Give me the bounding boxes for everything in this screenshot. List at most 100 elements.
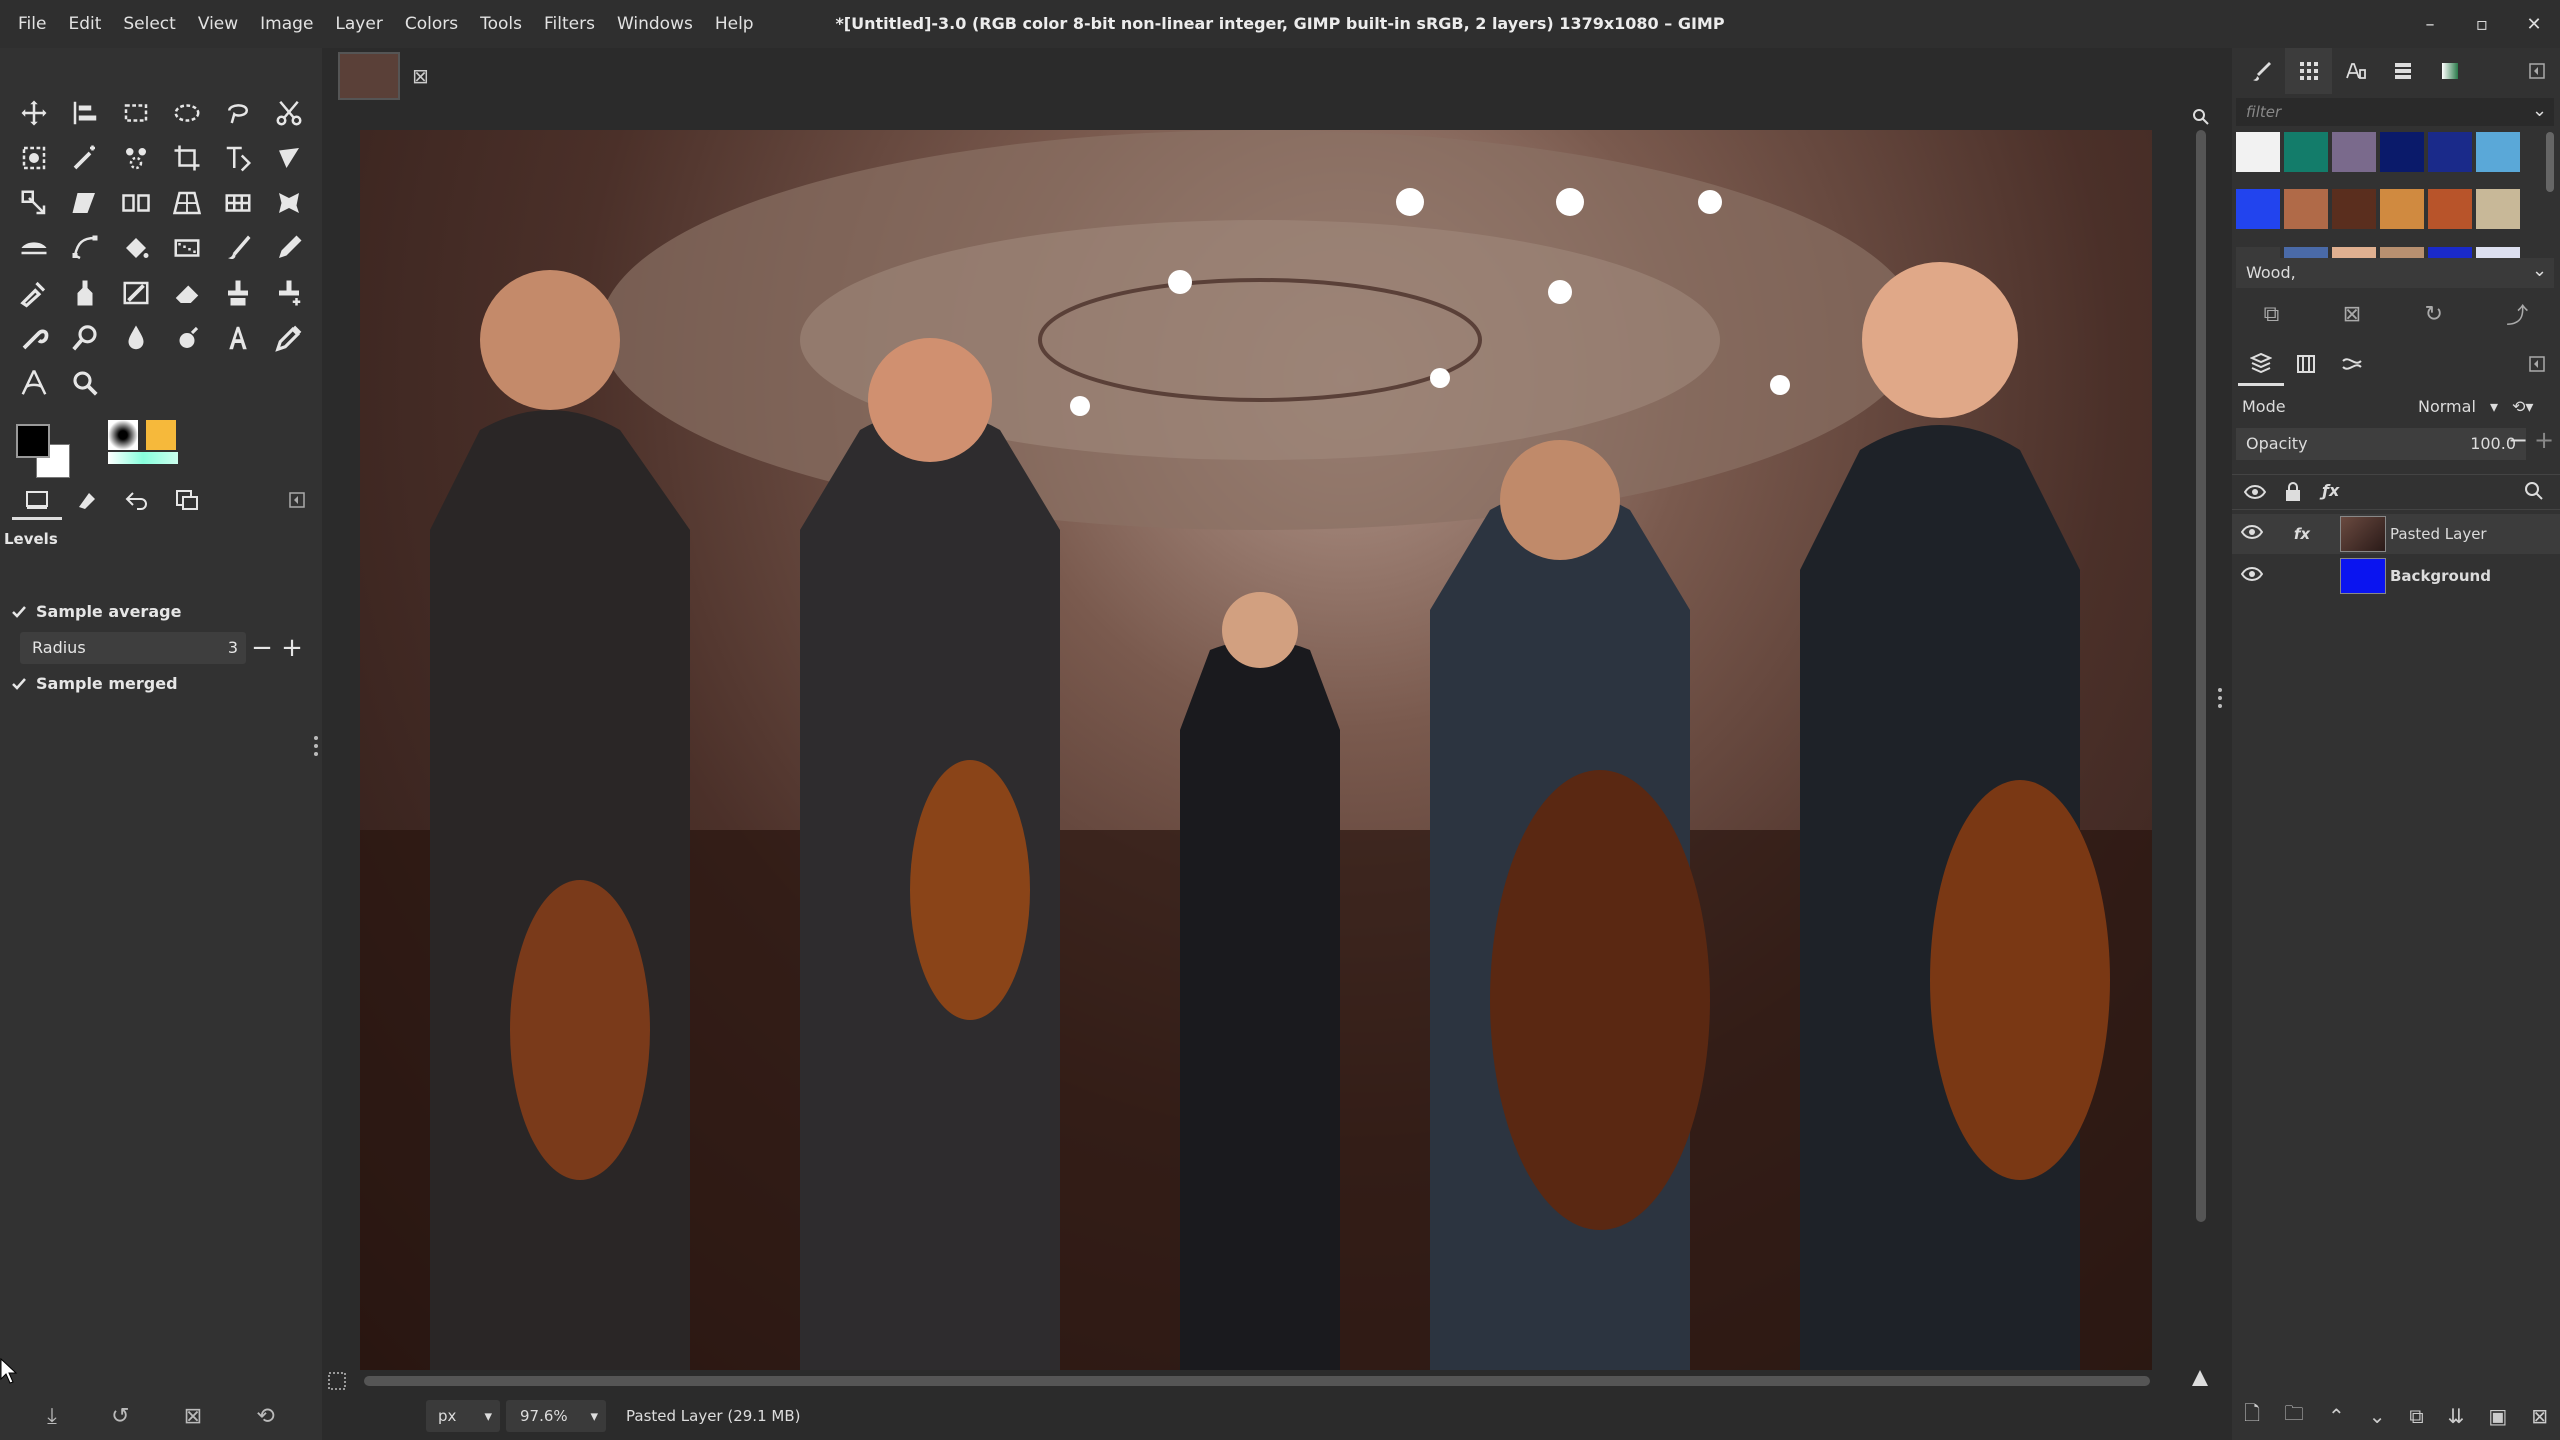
- close-window-button[interactable]: ✕: [2508, 0, 2560, 48]
- zoom-icon[interactable]: [59, 360, 110, 405]
- airbrush-icon[interactable]: [8, 270, 59, 315]
- pattern-swatch[interactable]: [2428, 189, 2472, 230]
- foreground-select-icon[interactable]: [8, 135, 59, 180]
- scale-icon[interactable]: [8, 180, 59, 225]
- eye-icon[interactable]: [2232, 566, 2272, 586]
- lock-header-icon[interactable]: [2284, 481, 2302, 507]
- fuzzy-select-icon[interactable]: [59, 135, 110, 180]
- scissors-icon[interactable]: [263, 90, 314, 135]
- tool-presets-tab-icon[interactable]: [2379, 48, 2426, 94]
- gradient-preview[interactable]: [108, 452, 178, 464]
- 3d-transform-icon[interactable]: [212, 180, 263, 225]
- blur-icon[interactable]: [110, 315, 161, 360]
- toggle-quick-mask-icon[interactable]: [2190, 1368, 2210, 1392]
- pattern-swatch[interactable]: [2284, 189, 2328, 230]
- dock-resize-handle[interactable]: [314, 734, 318, 758]
- crop-icon[interactable]: [161, 135, 212, 180]
- fx-icon[interactable]: fx: [2272, 525, 2332, 543]
- gradients-tab-icon[interactable]: [2426, 48, 2473, 94]
- dodge-burn-icon[interactable]: [59, 315, 110, 360]
- unified-transform-icon[interactable]: [212, 135, 263, 180]
- flip-icon[interactable]: [8, 225, 59, 270]
- pattern-swatch[interactable]: [2476, 189, 2520, 230]
- delete-layer-icon[interactable]: ⊠: [2531, 1404, 2548, 1428]
- menu-tools[interactable]: Tools: [469, 0, 533, 48]
- pattern-swatch[interactable]: [2236, 132, 2280, 172]
- patterns-filter-input[interactable]: filter: [2236, 98, 2554, 126]
- opacity-decrease-button[interactable]: −: [2508, 426, 2528, 454]
- brushes-tab-icon[interactable]: [2238, 48, 2285, 94]
- dock-menu-icon[interactable]: [2513, 48, 2560, 94]
- ellipse-select-icon[interactable]: [161, 90, 212, 135]
- perspective-icon[interactable]: [161, 180, 212, 225]
- eye-icon[interactable]: [2232, 524, 2272, 544]
- heal-icon[interactable]: [263, 270, 314, 315]
- brush-preview[interactable]: [108, 420, 138, 450]
- pattern-swatch[interactable]: [2380, 132, 2424, 172]
- radius-increase-button[interactable]: +: [278, 632, 306, 664]
- close-image-tab-icon[interactable]: ⊠: [412, 64, 429, 88]
- text-tool-icon[interactable]: [212, 315, 263, 360]
- right-dock-resize-handle[interactable]: [2218, 686, 2222, 710]
- unit-select[interactable]: px ▾: [426, 1400, 500, 1432]
- open-pattern-icon[interactable]: ⤴: [2506, 298, 2528, 330]
- gradient-icon[interactable]: [161, 225, 212, 270]
- add-mask-icon[interactable]: ▣: [2488, 1404, 2507, 1428]
- channels-tab-icon[interactable]: [2284, 342, 2330, 386]
- menu-windows[interactable]: Windows: [606, 0, 704, 48]
- duplicate-pattern-icon[interactable]: ⧉: [2264, 302, 2280, 327]
- checkmark-icon[interactable]: [10, 603, 28, 621]
- reset-tool-options-icon[interactable]: ⟲: [256, 1404, 274, 1429]
- pattern-swatch[interactable]: [2236, 189, 2280, 230]
- menu-file[interactable]: File: [0, 0, 57, 48]
- sample-merged-row[interactable]: Sample merged: [10, 674, 178, 693]
- image-tab-thumbnail[interactable]: [338, 52, 400, 100]
- pencil-icon[interactable]: [263, 225, 314, 270]
- layer-name[interactable]: Background: [2390, 567, 2491, 585]
- tool-options-tab[interactable]: [12, 480, 62, 520]
- move-tool-icon[interactable]: [8, 90, 59, 135]
- fonts-tab-icon[interactable]: [2332, 48, 2379, 94]
- menu-select[interactable]: Select: [112, 0, 186, 48]
- ink-icon[interactable]: [59, 270, 110, 315]
- shear-icon[interactable]: [59, 180, 110, 225]
- paintbrush-icon[interactable]: [212, 225, 263, 270]
- merge-layer-icon[interactable]: ⇊: [2448, 1404, 2465, 1428]
- restore-preset-icon[interactable]: ↺: [111, 1404, 129, 1429]
- radius-field[interactable]: Radius 3: [20, 632, 246, 664]
- warp-transform-icon[interactable]: [263, 135, 314, 180]
- opacity-field[interactable]: Opacity 100.0: [2236, 428, 2526, 460]
- pattern-swatch[interactable]: [2380, 189, 2424, 230]
- radius-decrease-button[interactable]: −: [248, 632, 276, 664]
- raise-layer-icon[interactable]: ⌃: [2328, 1404, 2345, 1428]
- new-layer-group-icon[interactable]: 🗀: [2284, 1399, 2304, 1433]
- pattern-swatch[interactable]: [2428, 132, 2472, 172]
- eraser-icon[interactable]: [161, 270, 212, 315]
- visibility-header-eye-icon[interactable]: [2243, 481, 2267, 507]
- path-tool-icon[interactable]: [59, 225, 110, 270]
- zoom-select[interactable]: 97.6% ▾: [506, 1400, 606, 1432]
- undo-history-tab[interactable]: [112, 480, 162, 520]
- layers-tab-icon[interactable]: [2238, 342, 2284, 386]
- device-status-tab[interactable]: [62, 480, 112, 520]
- align-tool-icon[interactable]: [59, 90, 110, 135]
- rect-select-icon[interactable]: [110, 90, 161, 135]
- chevron-down-icon[interactable]: ⌄: [2532, 260, 2547, 281]
- measure-icon[interactable]: [8, 360, 59, 405]
- switch-mode-icon[interactable]: ⟲▾: [2512, 390, 2533, 424]
- delete-preset-icon[interactable]: ⊠: [184, 1404, 202, 1429]
- patterns-tab-icon[interactable]: [2285, 48, 2332, 94]
- color-picker-icon[interactable]: [263, 315, 314, 360]
- duplicate-layer-icon[interactable]: ⧉: [2409, 1404, 2423, 1428]
- maximize-button[interactable]: ▫: [2456, 0, 2508, 48]
- menu-image[interactable]: Image: [249, 0, 324, 48]
- layer-row[interactable]: fx Pasted Layer: [2232, 514, 2560, 554]
- fx-header-icon[interactable]: ƒx: [2322, 481, 2339, 500]
- search-icon[interactable]: [2524, 481, 2544, 505]
- quick-mask-icon[interactable]: [328, 1372, 346, 1394]
- zoom-value[interactable]: 97.6%: [520, 1407, 568, 1425]
- menu-layer[interactable]: Layer: [324, 0, 393, 48]
- opacity-increase-button[interactable]: +: [2534, 426, 2554, 454]
- patterns-scrollbar[interactable]: [2546, 132, 2554, 192]
- canvas-image[interactable]: [360, 130, 2152, 1370]
